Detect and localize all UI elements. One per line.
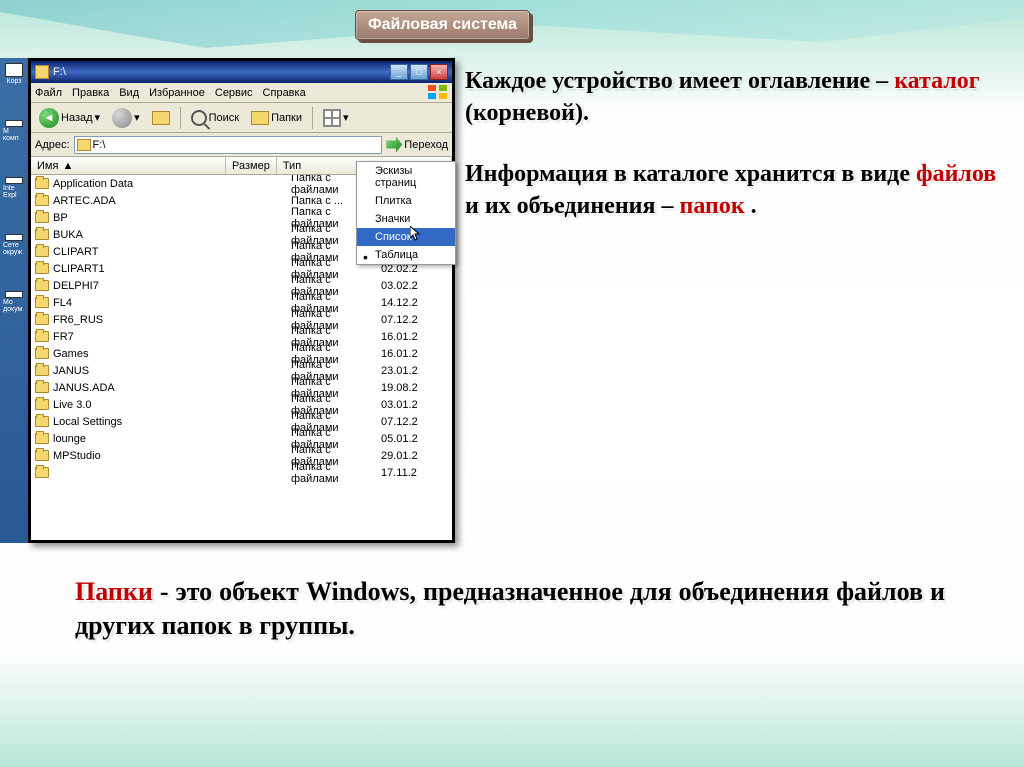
file-row[interactable]: FR6_RUSПапка с файлами07.12.2 — [31, 311, 452, 328]
window-title: F:\ — [53, 66, 66, 78]
menu-help[interactable]: Справка — [263, 87, 306, 99]
folder-icon — [251, 111, 269, 125]
file-row[interactable]: JANUSПапка с файлами23.01.2 — [31, 362, 452, 379]
file-row[interactable]: MPStudioПапка с файлами29.01.2 — [31, 447, 452, 464]
slide-title: Файловая система — [355, 10, 530, 40]
address-input[interactable]: F:\ — [74, 136, 383, 154]
folder-icon — [35, 450, 49, 461]
file-row[interactable]: DELPHI7Папка с файлами03.02.2 — [31, 277, 452, 294]
view-menu-icons[interactable]: Значки — [357, 210, 455, 228]
address-bar: Адрес: F:\ Переход — [31, 133, 452, 157]
search-icon — [191, 110, 207, 126]
menu-edit[interactable]: Правка — [72, 87, 109, 99]
desktop-icon-network[interactable]: Сете окруж — [3, 234, 25, 256]
desktop-icon-mydocs[interactable]: Мо докум — [3, 291, 25, 313]
folder-icon — [35, 314, 49, 325]
back-button[interactable]: ◄ Назад ▾ — [35, 106, 104, 130]
folder-icon — [35, 467, 49, 478]
separator — [312, 107, 313, 129]
folder-icon — [35, 365, 49, 376]
views-button[interactable]: ▾ — [319, 107, 353, 129]
arrow-left-icon: ◄ — [39, 108, 59, 128]
file-row[interactable]: FR7Папка с файлами16.01.2 — [31, 328, 452, 345]
separator — [180, 107, 181, 129]
maximize-button[interactable]: □ — [410, 64, 428, 80]
menu-view[interactable]: Вид — [119, 87, 139, 99]
file-row[interactable]: JANUS.ADAПапка с файлами19.08.2 — [31, 379, 452, 396]
menu-file[interactable]: Файл — [35, 87, 62, 99]
go-arrow-icon — [386, 137, 402, 153]
folder-icon — [35, 229, 49, 240]
forward-button[interactable]: ▾ — [108, 106, 144, 130]
desktop-icon-ie[interactable]: Inte Expl — [3, 177, 25, 199]
window-titlebar[interactable]: F:\ _ □ × — [31, 61, 452, 83]
file-row[interactable]: Папка с файлами17.11.2 — [31, 464, 452, 481]
column-name[interactable]: Имя ▲ — [31, 157, 226, 174]
file-row[interactable]: Local SettingsПапка с файлами07.12.2 — [31, 413, 452, 430]
arrow-right-icon — [112, 108, 132, 128]
view-menu-table[interactable]: Таблица — [357, 246, 455, 264]
desktop-background: Корз М комп Inte Expl Сете окруж Мо доку… — [0, 58, 28, 543]
file-row[interactable]: loungeПапка с файлами05.01.2 — [31, 430, 452, 447]
desktop-icon-recycle[interactable]: Корз — [3, 63, 25, 85]
explorer-window: F:\ _ □ × Файл Правка Вид Избранное Серв… — [28, 58, 455, 543]
address-label: Адрес: — [35, 139, 70, 151]
slide-text-bottom: Папки - это объект Windows, предназначен… — [75, 575, 945, 643]
folder-icon — [35, 348, 49, 359]
folder-icon — [35, 399, 49, 410]
folder-icon — [35, 65, 49, 79]
view-menu-tiles[interactable]: Плитка — [357, 192, 455, 210]
windows-logo-icon — [428, 85, 448, 101]
folder-icon — [35, 263, 49, 274]
toolbar: ◄ Назад ▾ ▾ Поиск Папки ▾ — [31, 103, 452, 133]
folder-icon — [35, 178, 49, 189]
folder-icon — [35, 297, 49, 308]
menu-favorites[interactable]: Избранное — [149, 87, 205, 99]
go-button[interactable]: Переход — [386, 137, 448, 153]
views-icon — [323, 109, 341, 127]
view-menu-list[interactable]: Список — [357, 228, 455, 246]
drive-icon — [77, 139, 91, 151]
folder-icon — [35, 433, 49, 444]
folder-up-icon — [152, 111, 170, 125]
folder-icon — [35, 382, 49, 393]
column-size[interactable]: Размер — [226, 157, 277, 174]
menu-tools[interactable]: Сервис — [215, 87, 253, 99]
menubar: Файл Правка Вид Избранное Сервис Справка — [31, 83, 452, 103]
folder-icon — [35, 246, 49, 257]
file-row[interactable]: FL4Папка с файлами14.12.2 — [31, 294, 452, 311]
folder-icon — [35, 331, 49, 342]
up-button[interactable] — [148, 109, 174, 127]
cursor-icon — [410, 226, 422, 242]
desktop-icon-mycomputer[interactable]: М комп — [3, 120, 25, 142]
folder-icon — [35, 212, 49, 223]
file-row[interactable]: GamesПапка с файлами16.01.2 — [31, 345, 452, 362]
view-menu-thumbnails[interactable]: Эскизы страниц — [357, 162, 455, 192]
file-row[interactable]: Live 3.0Папка с файлами03.01.2 — [31, 396, 452, 413]
view-context-menu: Эскизы страниц Плитка Значки Список Табл… — [356, 161, 456, 265]
slide-text-right: Каждое устройство имеет оглавление – кат… — [465, 65, 1010, 251]
minimize-button[interactable]: _ — [390, 64, 408, 80]
folders-button[interactable]: Папки — [247, 109, 306, 127]
search-button[interactable]: Поиск — [187, 108, 243, 128]
close-button[interactable]: × — [430, 64, 448, 80]
folder-icon — [35, 195, 49, 206]
folder-icon — [35, 416, 49, 427]
folder-icon — [35, 280, 49, 291]
